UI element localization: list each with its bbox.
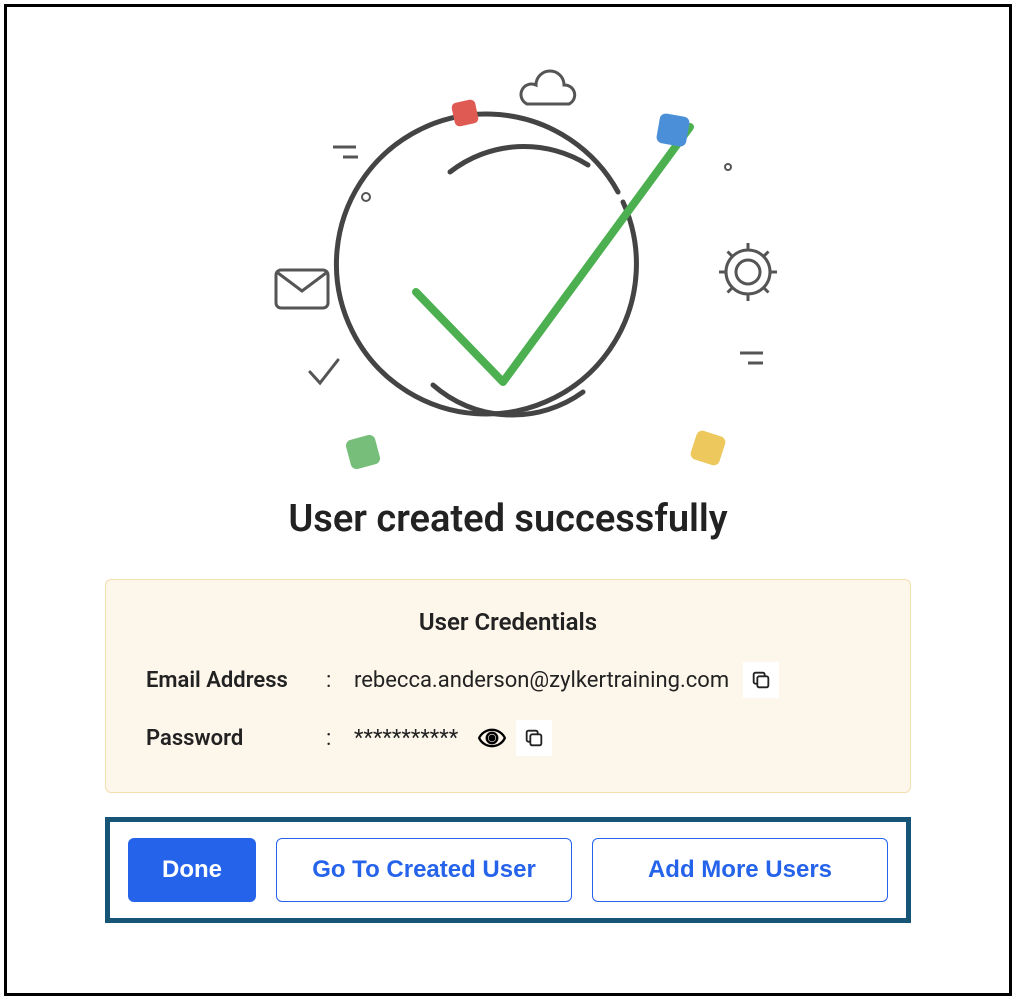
eye-icon: [478, 724, 506, 752]
go-to-created-user-button[interactable]: Go To Created User: [276, 838, 572, 902]
copy-email-button[interactable]: [743, 662, 779, 698]
credentials-heading: User Credentials: [146, 608, 870, 636]
credential-row-password: Password : ***********: [146, 720, 870, 756]
password-value: ***********: [354, 726, 458, 751]
email-label: Email Address: [146, 668, 326, 693]
copy-icon: [523, 727, 545, 749]
add-more-users-button[interactable]: Add More Users: [592, 838, 888, 902]
password-label: Password: [146, 726, 326, 751]
colon: :: [326, 668, 354, 693]
toggle-password-visibility-button[interactable]: [476, 722, 508, 754]
colon: :: [326, 726, 354, 751]
email-value: rebecca.anderson@zylkertraining.com: [354, 668, 729, 693]
page-title: User created successfully: [288, 497, 727, 541]
copy-icon: [750, 669, 772, 691]
credentials-card: User Credentials Email Address : rebecca…: [105, 579, 911, 793]
copy-password-button[interactable]: [516, 720, 552, 756]
dialog-container: User created successfully User Credentia…: [4, 4, 1012, 996]
success-illustration: [228, 57, 788, 477]
action-button-row: Done Go To Created User Add More Users: [105, 817, 911, 923]
done-button[interactable]: Done: [128, 838, 256, 902]
credential-row-email: Email Address : rebecca.anderson@zylkert…: [146, 662, 870, 698]
